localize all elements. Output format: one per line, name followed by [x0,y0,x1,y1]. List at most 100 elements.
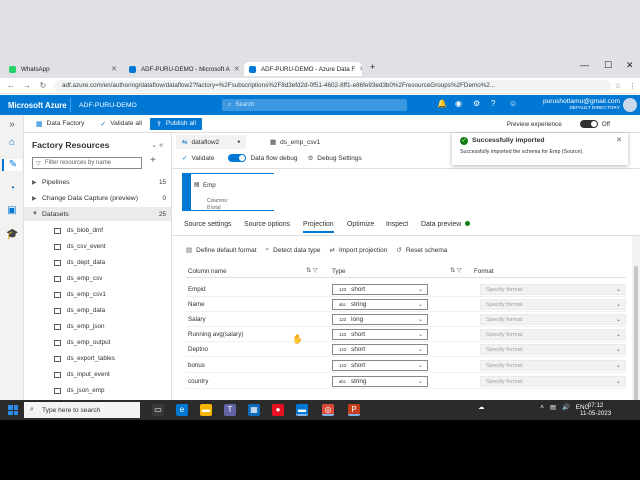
dataset-item[interactable]: ds_json_emp [54,387,104,394]
learning-icon[interactable]: 🎓 [6,229,18,241]
monitor-icon[interactable]: ◔ [6,183,18,195]
publish-all-button[interactable]: ⇪ Publish all [150,117,202,130]
store-icon[interactable]: ▦ [248,404,260,416]
close-window-icon[interactable]: ✕ [626,60,634,71]
minimize-icon[interactable]: — [580,60,589,70]
dataset-item[interactable]: ds_emp_json [54,323,104,330]
reset-schema-button[interactable]: ↺ Reset schema [396,246,447,255]
preview-toggle[interactable] [579,120,598,128]
weather-icon[interactable]: ☁ [478,404,484,411]
close-icon[interactable]: ✕ [616,136,622,144]
debug-settings-button[interactable]: ⚙ Debug Settings [307,154,361,163]
format-select[interactable]: Specify format ⌄ [480,360,626,371]
file-explorer-icon[interactable]: ▬ [200,404,212,416]
network-icon[interactable]: ▤ [550,404,556,411]
task-view-icon[interactable]: ▭ [152,404,164,416]
dataset-item[interactable]: ds_emp_csv1 [54,291,106,298]
tab-source-settings[interactable]: Source settings [184,221,232,228]
tab-data-preview[interactable]: Data preview [421,221,471,228]
type-select[interactable]: 123 long ⌄ [332,314,428,325]
data-flow-debug[interactable]: Data flow debug [224,154,297,162]
dataset-item[interactable]: ds_emp_data [54,307,105,314]
volume-icon[interactable]: 🔊 [562,403,570,411]
new-tab-button[interactable]: + [370,62,375,72]
tab-optimize[interactable]: Optimize [347,221,374,228]
validate-all-button[interactable]: ✓ Validate all [100,120,142,128]
windows-start-icon[interactable] [8,405,18,415]
factory-name[interactable]: ADF-PURU-DEMO [70,98,137,112]
type-select[interactable]: 123 short ⌄ [332,284,428,295]
menu-icon[interactable]: ⋮ [629,82,636,90]
panel-scrollbar[interactable] [632,236,640,420]
help-icon[interactable]: ? [491,99,495,108]
type-select[interactable]: 123 short ⌄ [332,329,428,340]
type-select[interactable]: abc string ⌄ [332,299,428,310]
sort-filter-icon[interactable]: ⇅ ▽ [450,267,462,274]
dataset-item[interactable]: ds_emp_output [54,339,110,346]
close-icon[interactable]: ✕ [355,65,362,73]
close-icon[interactable]: ✕ [107,65,117,73]
collapse-icon[interactable]: » [6,119,18,131]
bell-icon[interactable]: 🔔 [437,99,447,108]
star-icon[interactable]: ☆ [615,82,621,90]
add-resource-button[interactable]: + [150,155,156,166]
type-select[interactable]: 123 short ⌄ [332,344,428,355]
debug-toggle[interactable] [228,154,247,162]
data-factory-menu[interactable]: ▦ Data Factory [36,120,84,128]
forward-icon[interactable]: → [22,81,32,90]
dataset-item[interactable]: ds_dept_data [54,259,105,266]
format-select[interactable]: Specify format ⌄ [480,376,626,387]
format-select[interactable]: Specify format ⌄ [480,299,626,310]
gear-icon[interactable]: ⚙ [473,99,480,108]
tab-inspect[interactable]: Inspect [386,221,408,228]
powerpoint-icon[interactable]: P [348,404,360,416]
sort-filter-icon[interactable]: ⇅ ▽ [306,267,318,274]
import-projection-button[interactable]: ⇄ Import projection [329,246,387,255]
tab-projection[interactable]: Projection [303,221,334,233]
url-field[interactable]: adf.azure.com/en/authoring/dataflow/data… [54,79,611,92]
dataset-item[interactable]: ds_emp_csv [54,275,102,282]
format-select[interactable]: Specify format ⌄ [480,329,626,340]
dataflow-canvas[interactable]: ▤ Emp Columns: 8 total [172,168,640,214]
tab-source-options[interactable]: Source options [244,221,290,228]
format-select[interactable]: Specify format ⌄ [480,284,626,295]
format-select[interactable]: Specify format ⌄ [480,314,626,325]
format-select[interactable]: Specify format ⌄ [480,344,626,355]
resource-group-datasets[interactable]: ▼ Datasets 25 [24,207,171,221]
tray-chevron-icon[interactable]: ˄ [540,404,544,411]
browser-tab-whatsapp[interactable]: WhatsApp ✕ [4,62,122,76]
resource-group-cdc[interactable]: ▶ Change Data Capture (preview) 0 [24,191,171,205]
azure-brand[interactable]: Microsoft Azure [0,101,70,110]
browser-tab-adf-studio[interactable]: ADF-PURU-DEMO - Azure Data F ✕ [244,62,362,76]
browser-tab-adf-portal[interactable]: ADF-PURU-DEMO - Microsoft A ✕ [124,62,242,76]
tab-dataflow2[interactable]: ⇆ dataflow2 ● [176,135,247,149]
type-select[interactable]: 123 short ⌄ [332,360,428,371]
azure-search-input[interactable]: ⌕ Search [222,99,407,111]
edge-icon[interactable]: e [176,404,188,416]
source-node-emp[interactable]: ▤ Emp Columns: 8 total [182,173,274,211]
outlook-icon[interactable]: ▬ [296,404,308,416]
scrollbar-thumb[interactable] [634,266,638,416]
resource-group-pipelines[interactable]: ▶ Pipelines 15 [24,175,171,189]
notifications-icon[interactable]: ◉ [455,99,462,108]
home-icon[interactable]: ⌂ [6,137,18,149]
taskbar-search-input[interactable]: ⌕ Type here to search [24,402,140,418]
user-account[interactable]: purushottamu@gmail.com DEFAULT DIRECTORY [543,98,620,112]
back-icon[interactable]: ← [6,81,16,90]
define-default-format-button[interactable]: ▤ Define default format [186,246,257,255]
detect-data-type-button[interactable]: ⌕ Detect data type [266,246,321,254]
manage-icon[interactable]: ▣ [6,205,18,217]
panel-collapse-icon[interactable]: ⌄ « [151,141,163,149]
validate-button[interactable]: ✓ Validate [182,154,214,163]
author-pencil-icon[interactable]: ✎ [2,159,22,171]
dataset-item[interactable]: ds_export_tables [54,355,115,362]
teams-icon[interactable]: T [224,404,236,416]
clock[interactable]: 07:12 11-05-2023 [580,402,611,418]
dataset-item[interactable]: ds_blob_dmf [54,227,103,234]
tab-ds-emp-csv1[interactable]: ▦ ds_emp_csv1 [264,135,326,149]
dataset-item[interactable]: ds_csv_event [54,243,106,250]
filter-resources-input[interactable]: ▽ Filter resources by name [32,157,142,169]
feedback-icon[interactable]: ☺ [509,99,517,108]
close-icon[interactable]: ✕ [230,65,240,73]
dataset-item[interactable]: ds_input_event [54,371,110,378]
